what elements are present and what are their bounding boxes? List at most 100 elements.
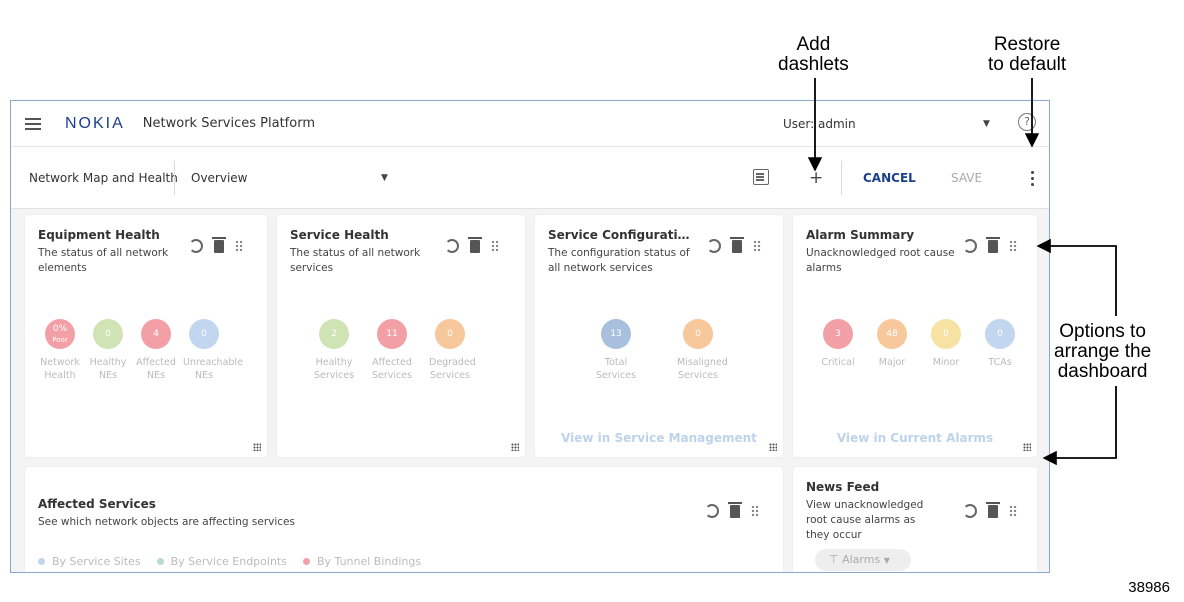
metric-bubble: 0 bbox=[683, 319, 713, 349]
divider bbox=[841, 161, 842, 195]
chevron-down-icon: ▼ bbox=[883, 556, 890, 565]
metric-healthy-nes[interactable]: 0 Healthy NEs bbox=[87, 319, 129, 382]
legend-item[interactable]: By Tunnel Bindings bbox=[302, 555, 421, 568]
metric-label: Unreachable NEs bbox=[183, 357, 243, 381]
metric-tcas[interactable]: 0 TCAs bbox=[979, 319, 1021, 369]
dashlet-title: Service Configurati… bbox=[548, 228, 690, 242]
resize-handle-icon[interactable] bbox=[769, 443, 777, 451]
save-button[interactable]: SAVE bbox=[951, 171, 982, 185]
resize-handle-icon[interactable] bbox=[1023, 443, 1031, 451]
metric-affected-services[interactable]: 11 Affected Services bbox=[371, 319, 413, 382]
filter-icon: ⊤ bbox=[829, 553, 839, 566]
trash-icon[interactable] bbox=[468, 236, 482, 253]
trash-icon[interactable] bbox=[730, 236, 744, 253]
dashlet-affected-services: Affected Services See which network obje… bbox=[25, 467, 783, 572]
metric-label: Critical bbox=[821, 357, 855, 368]
refresh-icon[interactable] bbox=[963, 239, 977, 253]
menu-icon[interactable] bbox=[25, 117, 41, 130]
metric-bubble: 2 bbox=[319, 319, 349, 349]
dashlet-title: Service Health bbox=[290, 228, 389, 242]
legend-item[interactable]: By Service Endpoints bbox=[156, 555, 287, 568]
view-select[interactable]: Overview bbox=[191, 171, 248, 185]
refresh-icon[interactable] bbox=[707, 239, 721, 253]
top-bar: NOKIA Network Services Platform User: ad… bbox=[11, 101, 1049, 147]
resize-handle-icon[interactable] bbox=[253, 443, 261, 451]
callout-options-arrange: Options to arrange the dashboard bbox=[1054, 321, 1152, 382]
drag-handle-icon[interactable] bbox=[753, 240, 761, 252]
dashlet-actions bbox=[705, 501, 759, 518]
callout-add-dashlets: Add dashlets bbox=[778, 34, 849, 75]
chevron-down-icon[interactable]: ▼ bbox=[983, 119, 990, 129]
metric-total-services[interactable]: 13 Total Services bbox=[595, 319, 637, 382]
dashlet-title: Equipment Health bbox=[38, 228, 160, 242]
metric-critical[interactable]: 3 Critical bbox=[817, 319, 859, 369]
dashlet-actions bbox=[445, 236, 499, 253]
dashlet-title: News Feed bbox=[806, 480, 880, 494]
metric-bubble: 3 bbox=[823, 319, 853, 349]
figure: Add dashlets Restore to default Options … bbox=[0, 0, 1184, 602]
dashlet-news-feed: News Feed View unacknowledged root cause… bbox=[793, 467, 1037, 572]
divider bbox=[174, 161, 175, 195]
user-menu[interactable]: User: admin bbox=[783, 117, 856, 131]
metric-group: 2 Healthy Services 11 Affected Services … bbox=[313, 319, 476, 382]
filter-label: Alarms bbox=[842, 553, 881, 566]
arrow-options-bottom bbox=[1042, 386, 1117, 466]
chevron-down-icon[interactable]: ▼ bbox=[381, 173, 388, 183]
metric-network-health[interactable]: 0% Poor Network Health bbox=[39, 319, 81, 382]
metric-label: Misaligned Services bbox=[677, 357, 728, 381]
dashlet-equipment-health: Equipment Health The status of all netwo… bbox=[25, 215, 267, 457]
more-options-icon[interactable] bbox=[1031, 171, 1035, 187]
metric-bubble: 0% Poor bbox=[45, 319, 75, 349]
metric-unreachable-nes[interactable]: 0 Unreachable NEs bbox=[183, 319, 243, 382]
help-icon[interactable]: ? bbox=[1018, 113, 1036, 131]
nokia-logo: NOKIA bbox=[65, 114, 125, 132]
metric-bubble: 13 bbox=[601, 319, 631, 349]
metric-label: Minor bbox=[932, 357, 960, 368]
metric-affected-nes[interactable]: 4 Affected NEs bbox=[135, 319, 177, 382]
drag-handle-icon[interactable] bbox=[491, 240, 499, 252]
metric-bubble: 11 bbox=[377, 319, 407, 349]
refresh-icon[interactable] bbox=[189, 239, 203, 253]
metric-sub: Poor bbox=[52, 336, 68, 344]
legend-item[interactable]: By Service Sites bbox=[38, 555, 141, 568]
metric-bubble: 0 bbox=[985, 319, 1015, 349]
refresh-icon[interactable] bbox=[705, 504, 719, 518]
metric-group: 3 Critical 48 Major 0 Minor 0 TCAs bbox=[817, 319, 1021, 369]
metric-misaligned-services[interactable]: 0 Misaligned Services bbox=[677, 319, 728, 382]
metric-degraded-services[interactable]: 0 Degraded Services bbox=[429, 319, 476, 382]
dashlet-actions bbox=[963, 236, 1017, 253]
resize-handle-icon[interactable] bbox=[511, 443, 519, 451]
refresh-icon[interactable] bbox=[963, 504, 977, 518]
dashlet-catalog-icon[interactable] bbox=[753, 169, 769, 185]
legend-label: By Service Sites bbox=[52, 555, 141, 568]
trash-icon[interactable] bbox=[986, 501, 1000, 518]
drag-handle-icon[interactable] bbox=[1009, 505, 1017, 517]
arrow-options-top bbox=[1036, 238, 1117, 316]
dashlet-description: See which network objects are affecting … bbox=[38, 516, 295, 528]
metric-label: Healthy NEs bbox=[89, 357, 127, 381]
drag-handle-icon[interactable] bbox=[751, 505, 759, 517]
metric-major[interactable]: 48 Major bbox=[871, 319, 913, 369]
dashlet-service-health: Service Health The status of all network… bbox=[277, 215, 525, 457]
cancel-button[interactable]: CANCEL bbox=[863, 171, 916, 185]
dashlet-service-configuration: Service Configurati… The configuration s… bbox=[535, 215, 783, 457]
trash-icon[interactable] bbox=[728, 501, 742, 518]
alarms-filter[interactable]: ⊤ Alarms ▼ bbox=[815, 549, 911, 571]
metric-healthy-services[interactable]: 2 Healthy Services bbox=[313, 319, 355, 382]
legend-dot bbox=[302, 558, 310, 565]
metric-label: Affected Services bbox=[371, 357, 413, 381]
dashlet-description: The status of all network elements bbox=[38, 247, 169, 274]
breadcrumb[interactable]: Network Map and Health bbox=[29, 171, 178, 185]
view-in-current-alarms-link[interactable]: View in Current Alarms bbox=[793, 431, 1037, 445]
view-in-service-management-link[interactable]: View in Service Management bbox=[535, 431, 783, 445]
drag-handle-icon[interactable] bbox=[1009, 240, 1017, 252]
metric-bubble: 0 bbox=[189, 319, 219, 349]
metric-label: Total Services bbox=[595, 357, 637, 381]
add-dashlet-button[interactable]: + bbox=[809, 168, 823, 188]
dashlet-description: The configuration status of all network … bbox=[548, 247, 690, 274]
refresh-icon[interactable] bbox=[445, 239, 459, 253]
metric-minor[interactable]: 0 Minor bbox=[925, 319, 967, 369]
trash-icon[interactable] bbox=[986, 236, 1000, 253]
drag-handle-icon[interactable] bbox=[235, 240, 243, 252]
trash-icon[interactable] bbox=[212, 236, 226, 253]
